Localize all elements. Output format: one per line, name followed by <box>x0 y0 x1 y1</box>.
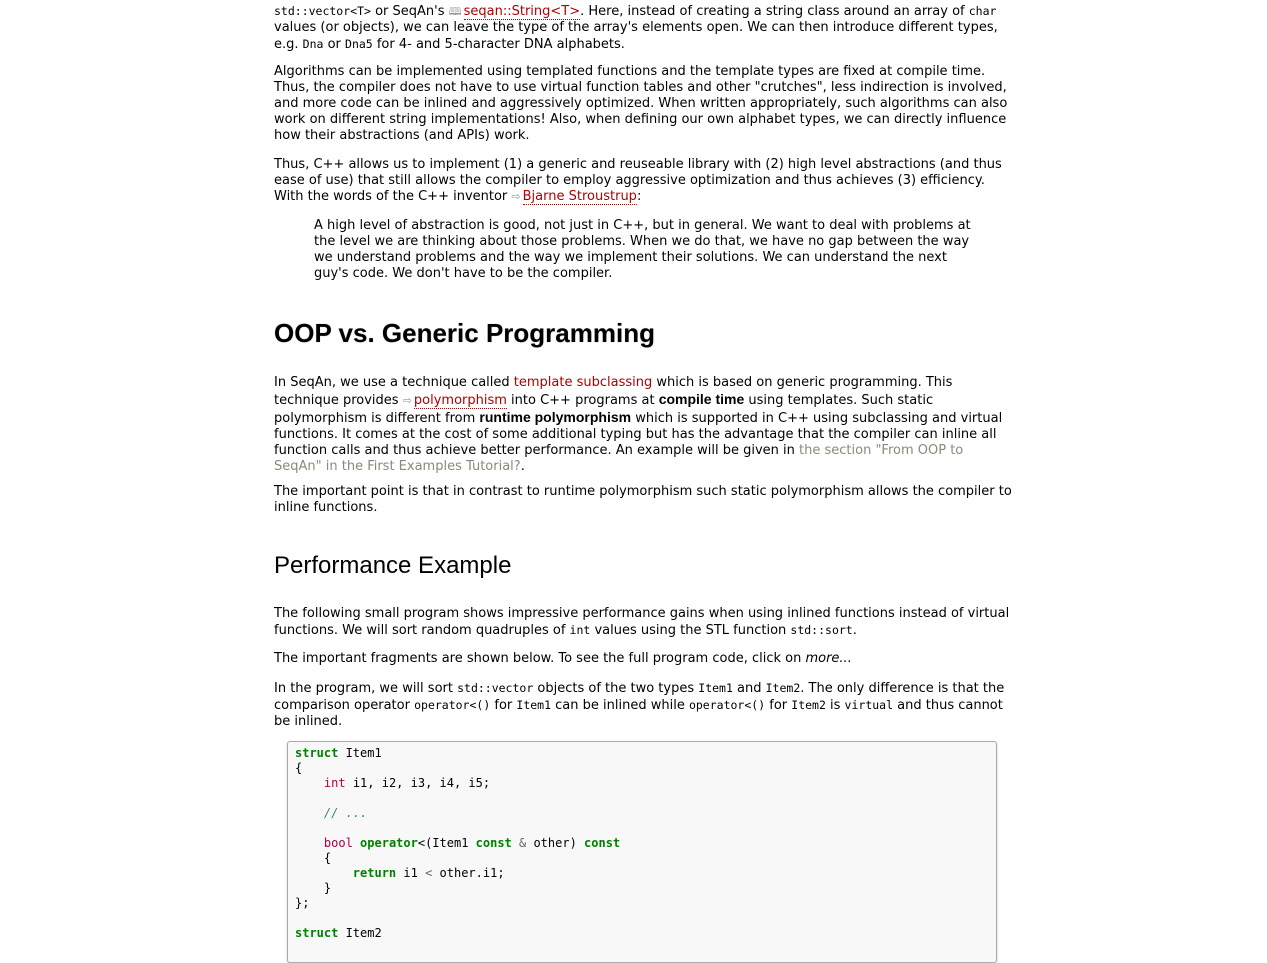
perf-paragraph-3: In the program, we will sort std::vector… <box>274 681 1005 729</box>
intro-paragraph-3: Thus, C++ allows us to implement (1) a g… <box>274 157 1002 205</box>
code-listing: struct Item1 { int i1, i2, i3, i4, i5; /… <box>295 746 621 940</box>
perf-paragraph-2: The important fragments are shown below.… <box>274 651 852 666</box>
oop-paragraph-1: In SeqAn, we use a technique called temp… <box>274 375 1003 474</box>
seqan-string-link[interactable]: seqan::String<T> <box>463 4 581 20</box>
oop-paragraph-2: The important point is that in contrast … <box>274 484 1012 515</box>
perf-paragraph-1: The following small program shows impres… <box>274 606 1010 638</box>
stroustrup-link[interactable]: Bjarne Stroustrup <box>522 189 637 205</box>
code-block: struct Item1 { int i1, i2, i3, i4, i5; /… <box>287 741 997 963</box>
intro-paragraph-2: Algorithms can be implemented using temp… <box>274 64 1008 143</box>
section-heading-oop: OOP vs. Generic Programming <box>274 318 655 348</box>
section-heading-performance: Performance Example <box>274 552 512 579</box>
more-link[interactable]: more... <box>805 651 851 666</box>
external-link-icon: ⇨ <box>402 394 412 407</box>
intro-paragraph-1: std::vector<T> or SeqAn's 🕮 seqan::String… <box>274 4 998 52</box>
book-icon: 🕮 <box>448 5 462 18</box>
stroustrup-quote: A high level of abstraction is good, not… <box>314 218 971 281</box>
polymorphism-link[interactable]: polymorphism <box>413 393 507 409</box>
template-subclassing-link[interactable]: template subclassing <box>514 375 652 390</box>
external-link-icon: ⇨ <box>511 190 521 203</box>
